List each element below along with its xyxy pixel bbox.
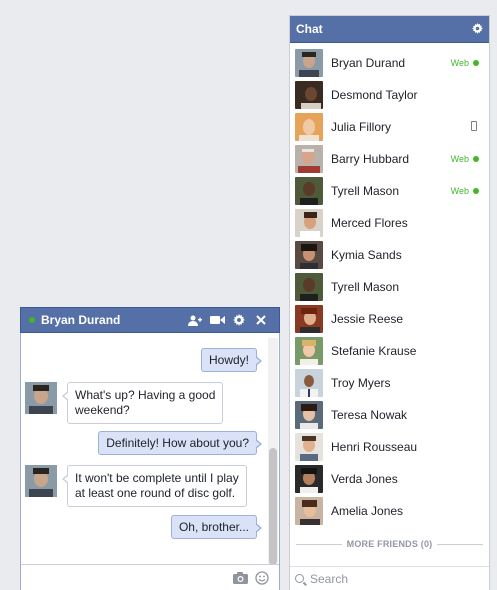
avatar <box>295 49 323 77</box>
chat-search-input[interactable] <box>310 571 480 586</box>
avatar <box>295 305 323 333</box>
friend-item[interactable]: Kymia Sands <box>290 239 489 271</box>
friend-item[interactable]: Verda Jones <box>290 463 489 495</box>
mobile-phone-icon <box>471 121 477 131</box>
outgoing-message: Oh, brother... <box>170 515 263 539</box>
friend-name: Stefanie Krause <box>331 344 417 358</box>
friend-name: Kymia Sands <box>331 248 402 262</box>
avatar[interactable] <box>25 382 57 414</box>
outgoing-message: Definitely! How about you? <box>98 431 262 455</box>
close-icon[interactable] <box>250 315 272 325</box>
incoming-message: It won't be complete until I play at lea… <box>25 465 247 507</box>
gear-icon[interactable] <box>228 314 250 326</box>
friend-name: Verda Jones <box>331 472 398 486</box>
message-composer <box>21 564 279 590</box>
avatar <box>295 177 323 205</box>
incoming-message: What's up? Having a good weekend? <box>25 382 224 424</box>
avatar[interactable] <box>25 465 57 497</box>
online-dot-icon <box>473 60 479 66</box>
divider <box>437 543 484 545</box>
online-dot-icon <box>473 156 479 162</box>
chat-sidebar: Chat Bryan Durand Web Desmond Taylor Jul… <box>289 15 490 590</box>
avatar <box>295 433 323 461</box>
message-bubble: Oh, brother... <box>170 515 263 539</box>
friend-item[interactable]: Henri Rousseau <box>290 431 489 463</box>
friend-list: Bryan Durand Web Desmond Taylor Julia Fi… <box>290 43 489 527</box>
divider <box>296 543 342 545</box>
avatar <box>295 497 323 525</box>
message-bubble: Howdy! <box>200 348 263 372</box>
friend-item[interactable]: Jessie Reese <box>290 303 489 335</box>
chat-sidebar-header[interactable]: Chat <box>290 16 489 43</box>
friend-item[interactable]: Amelia Jones <box>290 495 489 527</box>
friend-item[interactable]: Desmond Taylor <box>290 79 489 111</box>
friend-item[interactable]: Tyrell Mason <box>290 271 489 303</box>
status-indicator: Web <box>451 47 479 79</box>
message-input[interactable] <box>27 568 229 588</box>
smiley-icon[interactable] <box>251 570 273 585</box>
video-camera-icon[interactable] <box>206 315 228 325</box>
conversation-header[interactable]: Bryan Durand <box>20 307 280 333</box>
friend-item[interactable]: Tyrell Mason Web <box>290 175 489 207</box>
friend-name: Amelia Jones <box>331 504 404 518</box>
friend-item[interactable]: Stefanie Krause <box>290 335 489 367</box>
status-indicator: Web <box>451 143 479 175</box>
avatar <box>295 81 323 109</box>
conversation-title[interactable]: Bryan Durand <box>41 313 184 327</box>
friend-item[interactable]: Bryan Durand Web <box>290 47 489 79</box>
avatar <box>295 145 323 173</box>
friend-name: Jessie Reese <box>331 312 404 326</box>
more-friends-link[interactable]: MORE FRIENDS (0) <box>296 539 484 549</box>
friend-name: Henri Rousseau <box>331 440 418 454</box>
friend-name: Teresa Nowak <box>331 408 408 422</box>
avatar <box>295 465 323 493</box>
add-friend-icon[interactable] <box>184 315 206 326</box>
conversation-window: Bryan Durand Howdy! What's up? Having a … <box>20 307 280 590</box>
avatar <box>295 273 323 301</box>
avatar <box>295 241 323 269</box>
message-bubble: It won't be complete until I play at lea… <box>62 465 247 507</box>
online-dot-icon <box>29 317 35 323</box>
avatar <box>295 401 323 429</box>
camera-icon[interactable] <box>229 571 251 584</box>
chat-sidebar-title: Chat <box>296 22 323 36</box>
friend-item[interactable]: Julia Fillory <box>290 111 489 143</box>
outgoing-message: Howdy! <box>200 348 263 372</box>
friend-name: Julia Fillory <box>331 120 392 134</box>
friend-name: Desmond Taylor <box>331 88 418 102</box>
friend-name: Troy Myers <box>331 376 391 390</box>
online-dot-icon <box>473 188 479 194</box>
chat-settings-gear-icon[interactable] <box>472 22 483 36</box>
message-bubble: What's up? Having a good weekend? <box>61 382 224 424</box>
avatar <box>295 113 323 141</box>
message-line: What's up? Having a good <box>75 388 216 402</box>
message-line: It won't be complete until I play <box>75 471 239 485</box>
chat-search-bar <box>290 566 489 590</box>
scrollbar-thumb[interactable] <box>269 448 277 565</box>
friend-name: Tyrell Mason <box>331 280 400 294</box>
message-thread: Howdy! What's up? Having a good weekend?… <box>21 334 267 564</box>
message-bubble: Definitely! How about you? <box>98 431 262 455</box>
friend-name: Merced Flores <box>331 216 408 230</box>
avatar <box>295 337 323 365</box>
friend-item[interactable]: Merced Flores <box>290 207 489 239</box>
friend-item[interactable]: Barry Hubbard Web <box>290 143 489 175</box>
message-scrollbar[interactable] <box>268 338 278 565</box>
avatar <box>295 209 323 237</box>
more-friends-label: MORE FRIENDS (0) <box>346 539 433 549</box>
avatar <box>295 369 323 397</box>
status-indicator: Web <box>451 175 479 207</box>
message-line: at least one round of disc golf. <box>75 486 236 500</box>
message-line: weekend? <box>75 403 130 417</box>
friend-item[interactable]: Troy Myers <box>290 367 489 399</box>
friend-item[interactable]: Teresa Nowak <box>290 399 489 431</box>
search-icon <box>295 574 304 583</box>
